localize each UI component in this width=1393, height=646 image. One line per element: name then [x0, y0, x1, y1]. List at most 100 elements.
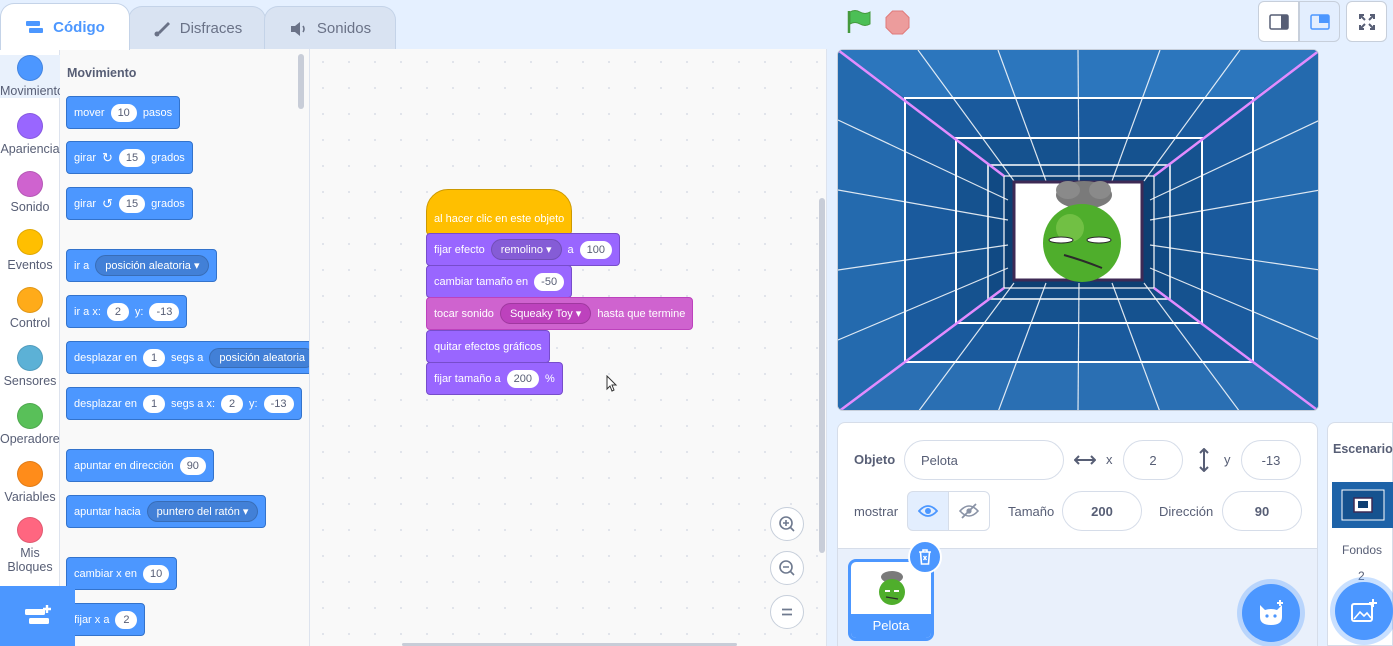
dropdown-value: Squeaky Toy — [509, 308, 573, 320]
y-label: y — [1224, 452, 1231, 467]
block-text: desplazar en — [74, 351, 137, 364]
secs-input[interactable]: 1 — [143, 394, 165, 413]
category-label: Control — [9, 316, 51, 330]
script-area[interactable]: al hacer clic en este objeto fijar efect… — [310, 49, 827, 646]
glide-xy-block[interactable]: desplazar en 1 segs a x: 2 y: -13 — [66, 387, 302, 420]
small-stage-button[interactable] — [1258, 1, 1299, 42]
x-input[interactable]: 2 — [106, 302, 129, 321]
move-steps-block[interactable]: mover 10 pasos — [66, 96, 181, 129]
mouse-cursor-icon — [606, 375, 618, 392]
category-operators[interactable]: Operadores — [0, 403, 66, 446]
hide-sprite-button[interactable] — [948, 491, 990, 531]
steps-input[interactable]: 10 — [110, 103, 137, 122]
block-text: apuntar hacia — [74, 505, 141, 518]
size-value-input[interactable]: 200 — [506, 369, 540, 388]
category-sound[interactable]: Sonido — [0, 171, 60, 214]
eye-slash-icon — [959, 503, 979, 519]
brush-icon — [154, 21, 170, 36]
normal-stage-button[interactable] — [1299, 1, 1340, 42]
category-motion[interactable]: Movimiento — [0, 55, 64, 98]
turn-right-block[interactable]: girar ↻ 15 grados — [66, 141, 193, 174]
category-label: Mis Bloques — [7, 546, 53, 574]
category-looks[interactable]: Apariencia — [0, 113, 60, 156]
tab-sounds[interactable]: Sonidos — [264, 6, 396, 50]
direction-input[interactable]: 90 — [1222, 491, 1302, 531]
block-text: ir a — [74, 259, 90, 272]
show-sprite-button[interactable] — [907, 491, 949, 531]
goto-target-dropdown[interactable]: posición aleatoria ▾ — [95, 255, 210, 276]
play-sound-until-done-block[interactable]: tocar sonido Squeaky Toy ▾ hasta que ter… — [426, 297, 694, 330]
pelota-thumbnail-icon — [879, 571, 905, 605]
category-control[interactable]: Control — [0, 287, 60, 330]
x-change-input[interactable]: 10 — [142, 564, 170, 583]
add-extension-button[interactable] — [0, 586, 75, 646]
backdrop-thumbnail[interactable] — [1332, 482, 1393, 528]
y-input[interactable]: -13 — [263, 394, 294, 413]
set-x-block[interactable]: fijar x a 2 — [66, 603, 146, 636]
zoom-reset-button[interactable] — [770, 595, 804, 629]
point-towards-block[interactable]: apuntar hacia puntero del ratón ▾ — [66, 495, 267, 528]
delete-sprite-button[interactable] — [908, 540, 942, 574]
zoom-out-button[interactable] — [770, 551, 804, 585]
clear-effects-block[interactable]: quitar efectos gráficos — [426, 330, 550, 363]
choose-backdrop-button[interactable] — [1335, 582, 1393, 640]
y-input[interactable]: -13 — [149, 302, 180, 321]
goto-block[interactable]: ir a posición aleatoria ▾ — [66, 249, 218, 282]
rotate-left-icon: ↺ — [102, 195, 113, 211]
category-menu: Movimiento Apariencia Sonido Eventos Con… — [0, 49, 66, 646]
set-effect-block[interactable]: fijar efecto remolino ▾ a 100 — [426, 233, 620, 266]
category-label: Sonido — [10, 200, 50, 214]
zoom-in-button[interactable] — [770, 507, 804, 541]
stage-backdrop-panel[interactable]: Escenario Fondos 2 — [1327, 422, 1393, 646]
effect-value-input[interactable]: 100 — [579, 240, 612, 259]
green-flag-button[interactable] — [845, 9, 871, 35]
sprite-name-input[interactable]: Pelota — [904, 440, 1064, 480]
palette-scrollbar[interactable] — [298, 54, 304, 109]
glide-block[interactable]: desplazar en 1 segs a posición aleatoria — [66, 341, 309, 374]
size-value: 200 — [1091, 503, 1113, 519]
block-text: grados — [151, 197, 185, 210]
script-vertical-scrollbar[interactable] — [819, 198, 825, 553]
block-text: % — [545, 372, 555, 385]
goto-xy-block[interactable]: ir a x: 2 y: -13 — [66, 295, 188, 328]
x-input[interactable]: 2 — [221, 394, 244, 413]
fullscreen-button[interactable] — [1346, 1, 1387, 42]
x-value-input[interactable]: 2 — [115, 610, 138, 629]
tab-code[interactable]: Código — [0, 3, 130, 50]
dropdown-value: puntero del ratón — [156, 506, 240, 518]
secs-input[interactable]: 1 — [143, 348, 165, 367]
tab-label: Sonidos — [316, 20, 372, 37]
palette-section-title: Movimiento — [67, 66, 137, 80]
effect-dropdown[interactable]: remolino ▾ — [490, 239, 562, 260]
change-x-block[interactable]: cambiar x en 10 — [66, 557, 178, 590]
degrees-input[interactable]: 15 — [118, 148, 146, 167]
choose-sprite-button[interactable] — [1242, 584, 1300, 642]
set-size-block[interactable]: fijar tamaño a 200 % — [426, 362, 563, 395]
category-variables[interactable]: Variables — [0, 461, 60, 504]
glide-target-dropdown[interactable]: posición aleatoria — [209, 347, 309, 368]
degrees-input[interactable]: 15 — [118, 194, 146, 213]
block-text: apuntar en dirección — [74, 459, 174, 472]
category-events[interactable]: Eventos — [0, 229, 60, 272]
sound-dropdown[interactable]: Squeaky Toy ▾ — [499, 303, 592, 324]
events-dot-icon — [17, 229, 43, 255]
direction-input[interactable]: 90 — [179, 456, 206, 475]
stage-canvas[interactable] — [837, 49, 1319, 411]
size-input[interactable]: 200 — [1062, 491, 1142, 531]
when-sprite-clicked-hat-block[interactable]: al hacer clic en este objeto — [426, 189, 572, 235]
editor-tabs: Código Disfraces Sonidos — [0, 0, 400, 50]
point-direction-block[interactable]: apuntar en dirección 90 — [66, 449, 214, 482]
category-my-blocks[interactable]: Mis Bloques — [0, 517, 60, 574]
x-position-input[interactable]: 2 — [1123, 440, 1183, 480]
turn-left-block[interactable]: girar ↺ 15 grados — [66, 187, 193, 220]
tab-costumes[interactable]: Disfraces — [128, 6, 266, 50]
point-target-dropdown[interactable]: puntero del ratón ▾ — [146, 501, 259, 522]
y-position-input[interactable]: -13 — [1241, 440, 1301, 480]
horizontal-arrows-icon — [1074, 455, 1096, 465]
change-size-block[interactable]: cambiar tamaño en -50 — [426, 265, 573, 298]
block-text: desplazar en — [74, 397, 137, 410]
stop-button[interactable] — [885, 10, 910, 35]
size-change-input[interactable]: -50 — [534, 272, 565, 291]
category-sensing[interactable]: Sensores — [0, 345, 60, 388]
vertical-arrows-icon — [1199, 448, 1209, 472]
